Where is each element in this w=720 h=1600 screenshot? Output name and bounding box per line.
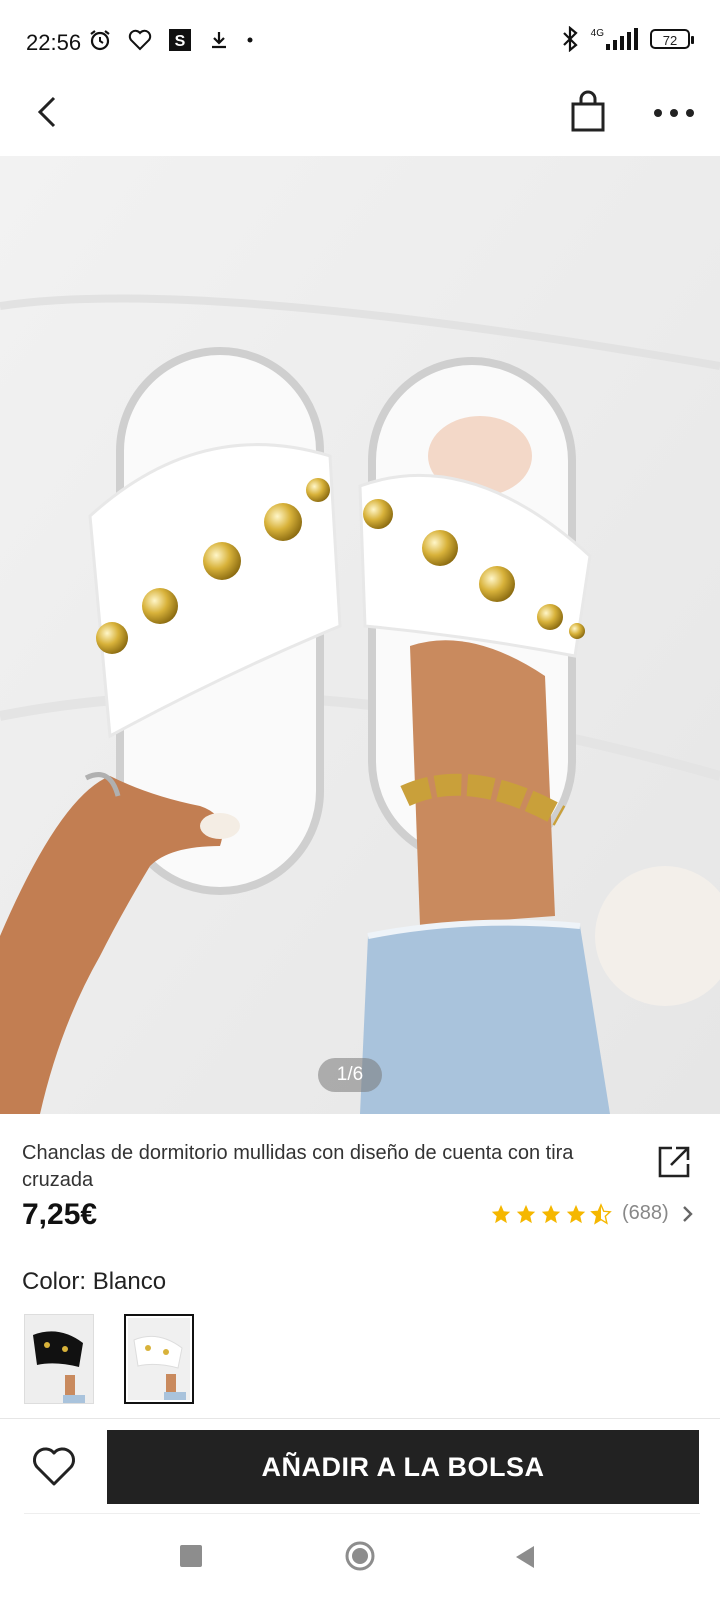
- star-icon: [516, 1204, 536, 1223]
- signal-group: 4G: [591, 28, 638, 50]
- rating-summary[interactable]: (688): [490, 1202, 695, 1225]
- wishlist-button[interactable]: [30, 1444, 78, 1488]
- color-swatch-white[interactable]: [124, 1314, 194, 1404]
- share-icon: [658, 1146, 690, 1178]
- home-button[interactable]: [344, 1540, 376, 1572]
- star-icon: [541, 1204, 561, 1223]
- back-triangle-icon: [516, 1546, 534, 1568]
- battery-icon: 72: [650, 29, 694, 49]
- heart-outline-icon: [128, 29, 152, 51]
- svg-text:S: S: [175, 33, 186, 50]
- system-back-button[interactable]: [512, 1543, 538, 1571]
- status-icons-left: S: [88, 28, 254, 52]
- color-label: Color: Blanco: [22, 1268, 167, 1295]
- price: 7,25€: [22, 1198, 98, 1231]
- back-button[interactable]: [30, 90, 70, 134]
- status-time: 22:56: [26, 30, 82, 55]
- star-icon: [566, 1204, 586, 1223]
- network-type: 4G: [590, 28, 604, 39]
- recents-button[interactable]: [180, 1545, 202, 1567]
- more-button[interactable]: [650, 98, 698, 128]
- image-counter: 1/6: [318, 1058, 382, 1092]
- white-slipper-thumbnail: [128, 1318, 190, 1400]
- product-image[interactable]: [0, 156, 720, 1114]
- bag-button[interactable]: [568, 90, 608, 134]
- rating-stars: [490, 1202, 612, 1225]
- chevron-left-icon: [37, 96, 56, 128]
- status-icons-right: 4G 72: [561, 26, 694, 52]
- s-app-icon: S: [169, 29, 191, 51]
- add-to-bag-button[interactable]: AÑADIR A LA BOLSA: [107, 1430, 699, 1504]
- heart-icon: [33, 1447, 75, 1486]
- home-circle-icon: [345, 1541, 375, 1571]
- half-star-icon: [590, 1202, 612, 1225]
- system-divider: [24, 1513, 700, 1514]
- rating-count: (688): [622, 1202, 669, 1224]
- star-icon: [491, 1204, 511, 1223]
- black-slipper-thumbnail: [25, 1315, 93, 1403]
- chevron-right-icon: [682, 1205, 693, 1222]
- dot-icon: [247, 37, 253, 43]
- status-bar: 22:56 S 4G 72: [0, 0, 720, 86]
- shopping-bag-icon: [571, 90, 605, 132]
- color-swatch-black[interactable]: [24, 1314, 94, 1404]
- product-title: Chanclas de dormitorio mullidas con dise…: [22, 1142, 574, 1191]
- bluetooth-icon: [562, 26, 578, 52]
- download-icon: [212, 32, 226, 49]
- more-dots-icon: [654, 109, 694, 117]
- divider: [0, 1418, 720, 1419]
- signal-icon: [606, 28, 638, 50]
- share-button[interactable]: [656, 1144, 692, 1180]
- product-photo: [0, 156, 720, 1114]
- alarm-icon: [90, 30, 110, 51]
